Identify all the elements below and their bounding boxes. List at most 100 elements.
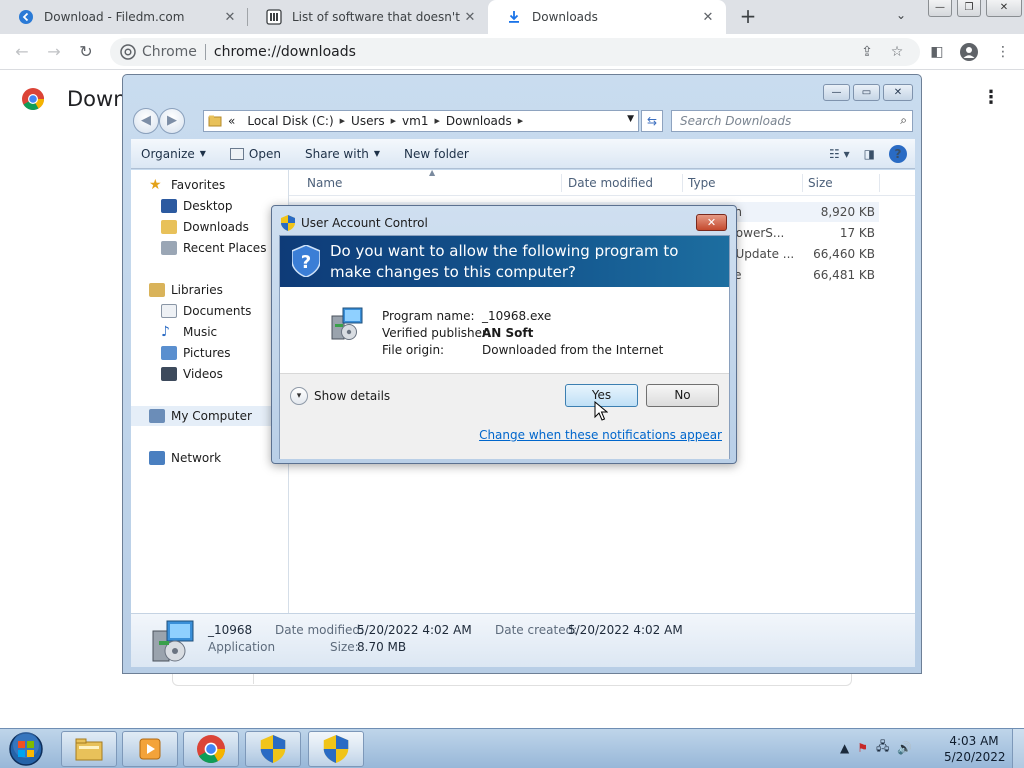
volume-icon[interactable]: 🔊 <box>897 741 912 755</box>
help-icon[interactable]: ? <box>889 145 907 163</box>
breadcrumb-local-disk[interactable]: Local Disk (C:) <box>247 114 333 128</box>
pictures-icon <box>161 346 177 360</box>
tab-strip: Download - Filedm.com ✕ List of software… <box>0 0 1024 34</box>
nav-downloads[interactable]: Downloads <box>161 217 249 237</box>
bookmark-star-icon[interactable]: ☆ <box>888 43 906 61</box>
caret-down-icon: ▼ <box>373 149 381 158</box>
minimize-button[interactable]: — <box>928 0 952 17</box>
explorer-address-bar[interactable]: « Local Disk (C:) ▶ Users ▶ vm1 ▶ Downloads… <box>203 110 639 132</box>
open-app-icon <box>229 147 244 160</box>
date-created-label: Date created: <box>495 623 578 637</box>
address-bar[interactable]: Chrome chrome://downloads <box>110 38 920 66</box>
side-panel-icon[interactable]: ◧ <box>928 43 946 61</box>
program-icon <box>331 307 363 340</box>
tray-expand-icon[interactable]: ▲ <box>840 741 849 755</box>
taskbar-uac-active-button[interactable] <box>308 731 364 767</box>
breadcrumb-prefix[interactable]: « <box>228 114 235 128</box>
nav-desktop[interactable]: Desktop <box>161 196 233 216</box>
change-notifications-link[interactable]: Change when these notifications appear <box>479 428 722 442</box>
taskbar-explorer-button[interactable] <box>61 731 117 767</box>
wikipedia-favicon-icon <box>266 9 282 25</box>
close-window-button[interactable]: ✕ <box>986 0 1022 17</box>
share-icon[interactable]: ⇪ <box>858 43 876 61</box>
share-with-button[interactable]: Share with ▼ <box>305 147 380 161</box>
tab-close-icon[interactable]: ✕ <box>222 10 238 25</box>
nav-videos[interactable]: Videos <box>161 364 223 384</box>
breadcrumb-vm1[interactable]: vm1 <box>402 114 428 128</box>
desktop-icon <box>161 199 177 213</box>
taskbar-chrome-button[interactable] <box>183 731 239 767</box>
restore-button[interactable]: ❐ <box>957 0 981 17</box>
chrome-site-icon <box>120 44 136 60</box>
chrome-icon <box>197 735 225 763</box>
explorer-maximize-button[interactable]: ▭ <box>853 84 880 101</box>
clock[interactable]: 4:03 AM 5/20/2022 <box>944 733 1006 765</box>
tab-close-icon[interactable]: ✕ <box>700 10 716 25</box>
uac-question: Do you want to allow the following progr… <box>330 242 679 281</box>
nav-network[interactable]: Network <box>149 448 221 468</box>
publisher-label: Verified publisher: <box>382 326 491 340</box>
tab-title: Downloads <box>532 10 598 24</box>
explorer-nav-buttons: ◀ ▶ <box>133 108 185 134</box>
view-options-icon[interactable]: ☷ ▾ <box>829 147 850 161</box>
back-arrow-icon[interactable]: ← <box>12 42 32 62</box>
nav-music[interactable]: ♪ Music <box>161 322 217 342</box>
breadcrumb-arrow-icon[interactable]: ▶ <box>518 117 523 125</box>
start-button-icon[interactable] <box>6 731 46 767</box>
search-icon[interactable]: ⌕ <box>900 113 907 128</box>
uac-content: ? Do you want to allow the following pro… <box>279 235 730 459</box>
open-button[interactable]: Open <box>229 147 281 161</box>
explorer-command-bar: Organize ▼ Open Share with ▼ New folder ☷ … <box>131 139 915 169</box>
date-created-value: 5/20/2022 4:02 AM <box>568 623 683 637</box>
column-date-modified[interactable]: Date modified <box>568 176 653 190</box>
taskbar-media-player-button[interactable] <box>122 731 178 767</box>
action-center-flag-icon[interactable]: ⚑ <box>857 741 868 755</box>
tab-close-icon[interactable]: ✕ <box>462 10 478 25</box>
nav-recent-places[interactable]: Recent Places <box>161 238 266 258</box>
taskbar-uac-button[interactable] <box>245 731 301 767</box>
breadcrumb-arrow-icon[interactable]: ▶ <box>340 117 345 125</box>
tab-software-list[interactable]: List of software that doesn't supp ✕ <box>248 0 488 34</box>
menu-kebab-icon[interactable]: ⋮ <box>994 43 1012 61</box>
nav-libraries[interactable]: Libraries <box>149 280 223 300</box>
nav-my-computer[interactable]: My Computer <box>131 406 281 426</box>
reload-icon[interactable]: ↻ <box>76 42 96 62</box>
nav-favorites[interactable]: ★ Favorites <box>149 175 225 195</box>
tab-search-chevron-icon[interactable]: ⌄ <box>896 8 906 22</box>
nav-pictures[interactable]: Pictures <box>161 343 231 363</box>
organize-button[interactable]: Organize ▼ <box>141 147 206 161</box>
libraries-icon <box>149 283 165 297</box>
network-tray-icon[interactable]: 🖧 <box>876 737 889 758</box>
breadcrumb-arrow-icon[interactable]: ▶ <box>391 117 396 125</box>
breadcrumb-downloads[interactable]: Downloads <box>446 114 512 128</box>
uac-close-button[interactable]: ✕ <box>696 214 727 231</box>
new-folder-button[interactable]: New folder <box>404 147 469 161</box>
tab-title: List of software that doesn't supp <box>292 10 462 24</box>
tab-filedm[interactable]: Download - Filedm.com ✕ <box>0 0 248 34</box>
explorer-forward-icon[interactable]: ▶ <box>159 108 185 134</box>
view-controls: ☷ ▾ ◨ ? <box>815 145 907 163</box>
videos-icon <box>161 367 177 381</box>
preview-pane-icon[interactable]: ◨ <box>864 147 875 161</box>
breadcrumb-arrow-icon[interactable]: ▶ <box>434 117 439 125</box>
tab-downloads[interactable]: Downloads ✕ <box>488 0 726 34</box>
explorer-search-input[interactable]: Search Downloads ⌕ <box>671 110 913 132</box>
breadcrumb-users[interactable]: Users <box>351 114 385 128</box>
explorer-minimize-button[interactable]: — <box>823 84 850 101</box>
explorer-refresh-icon[interactable]: ⇆ <box>641 110 663 132</box>
column-size[interactable]: Size <box>808 176 833 190</box>
explorer-back-icon[interactable]: ◀ <box>133 108 159 134</box>
column-name[interactable]: Name <box>307 176 342 190</box>
explorer-close-button[interactable]: ✕ <box>883 84 913 101</box>
new-tab-button[interactable]: + <box>736 4 760 28</box>
forward-arrow-icon[interactable]: → <box>44 42 64 62</box>
nav-documents[interactable]: Documents <box>161 301 251 321</box>
address-dropdown-icon[interactable]: ▼ <box>627 114 634 124</box>
download-icon <box>506 9 522 25</box>
no-button[interactable]: No <box>646 384 719 407</box>
show-desktop-button[interactable] <box>1012 729 1024 768</box>
show-details-toggle[interactable]: ▾ Show details <box>290 387 390 405</box>
column-type[interactable]: Type <box>688 176 716 190</box>
downloads-menu-icon[interactable]: ⋮ <box>982 87 1000 108</box>
profile-avatar-icon[interactable] <box>960 43 978 61</box>
